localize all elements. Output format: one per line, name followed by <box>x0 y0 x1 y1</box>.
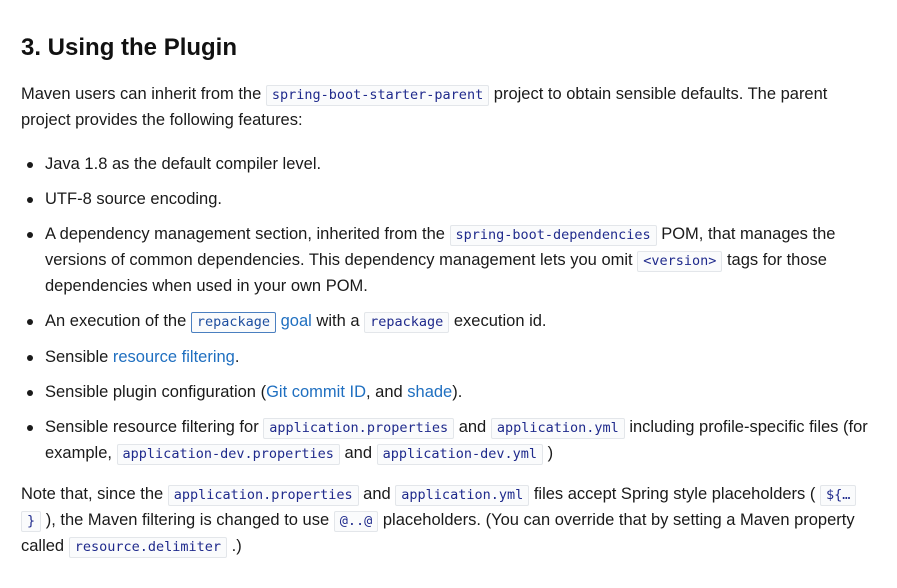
note-text: and <box>363 485 391 503</box>
resource-filtering-link[interactable]: resource filtering <box>113 348 235 366</box>
feature-item-encoding: UTF-8 source encoding. <box>21 187 871 212</box>
goal-link[interactable]: goal <box>281 312 312 330</box>
code-spring-boot-starter-parent: spring-boot-starter-parent <box>265 85 490 106</box>
feature-text: Java 1.8 as the default compiler level. <box>45 155 322 173</box>
feature-item-java-level: Java 1.8 as the default compiler level. <box>21 152 871 177</box>
feature-text: ). <box>452 383 463 401</box>
code-application-dev-yml: application-dev.yml <box>376 444 544 465</box>
code-application-dev-properties: application-dev.properties <box>116 444 340 465</box>
feature-item-repackage: An execution of the repackage goal with … <box>21 309 871 335</box>
code-spring-boot-dependencies: spring-boot-dependencies <box>449 225 657 246</box>
git-commit-id-link[interactable]: Git commit ID <box>266 383 366 401</box>
feature-text: , and <box>365 383 403 401</box>
features-list: Java 1.8 as the default compiler level. … <box>21 152 871 467</box>
repackage-goal-code-link[interactable]: repackage <box>190 312 277 333</box>
feature-text: with a <box>316 312 360 330</box>
note-text: .) <box>231 537 242 555</box>
feature-text: ) <box>547 444 554 462</box>
feature-text: execution id. <box>453 312 547 330</box>
feature-text: A dependency management section, inherit… <box>45 225 445 243</box>
code-application-yml: application.yml <box>490 418 625 439</box>
note-text: Note that, since the <box>21 485 164 503</box>
feature-text: and <box>344 444 372 462</box>
feature-item-dependency-management: A dependency management section, inherit… <box>21 222 871 299</box>
feature-text: and <box>458 418 487 436</box>
feature-text: . <box>234 348 240 366</box>
shade-link[interactable]: shade <box>407 383 452 401</box>
doc-page: 3. Using the Plugin Maven users can inhe… <box>0 0 897 588</box>
code-resource-delimiter: resource.delimiter <box>68 537 228 558</box>
note-text: ), the Maven filtering is changed to use <box>45 511 330 529</box>
feature-text: Sensible plugin configuration ( <box>45 383 267 401</box>
feature-item-resource-filtering: Sensible resource filtering. <box>21 345 871 370</box>
section-heading: 3. Using the Plugin <box>21 34 238 61</box>
feature-item-plugin-config: Sensible plugin configuration (Git commi… <box>21 380 871 405</box>
code-placeholder-open: ${… <box>819 485 857 506</box>
note-text: files accept Spring style placeholders ( <box>533 485 816 503</box>
feature-text: UTF-8 source encoding. <box>45 190 222 208</box>
feature-text: Sensible <box>45 348 109 366</box>
feature-text: An execution of the <box>45 312 187 330</box>
code-application-properties: application.properties <box>263 418 455 439</box>
code-application-properties: application.properties <box>167 485 359 506</box>
intro-text-1: Maven users can inherit from the <box>21 85 262 103</box>
feature-item-resource-files: Sensible resource filtering for applicat… <box>21 415 871 467</box>
code-application-yml: application.yml <box>395 485 530 506</box>
feature-text: Sensible resource filtering for <box>45 418 259 436</box>
code-repackage-id: repackage <box>364 312 450 333</box>
code-version-tag: <version> <box>637 251 723 272</box>
code-at-delimiter: @..@ <box>333 511 379 532</box>
code-placeholder-close: } <box>21 511 42 532</box>
note-paragraph: Note that, since the application.propert… <box>21 482 871 560</box>
intro-paragraph: Maven users can inherit from the spring-… <box>21 82 871 133</box>
